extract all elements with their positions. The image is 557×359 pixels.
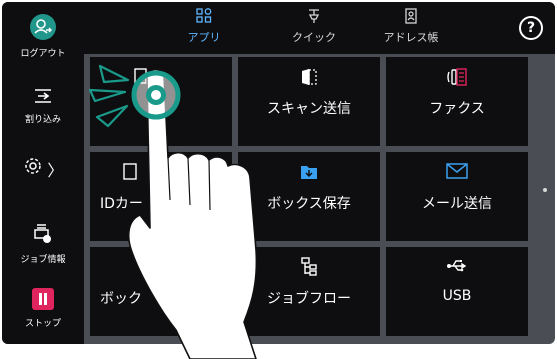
job-flow-icon	[238, 257, 380, 277]
tab-address-book-label: アドレス帳	[383, 31, 439, 44]
tile-scan-send[interactable]: スキャン送信	[238, 57, 380, 146]
touch-panel-screen: ログアウト 割り込み 〉 ジョブ情報 ストップ アプリ クイック アドレス帳 ?…	[2, 2, 555, 344]
stop-label: ストップ	[24, 319, 61, 329]
tab-address-book[interactable]: アドレス帳	[374, 8, 448, 45]
logout-button[interactable]: ログアウト	[2, 14, 84, 59]
interrupt-button[interactable]: 割り込み	[2, 86, 84, 125]
usb-icon	[386, 257, 528, 277]
tile-usb-label: USB	[442, 288, 472, 304]
fax-icon	[386, 67, 528, 87]
stop-button[interactable]: ストップ	[2, 288, 84, 329]
mail-send-icon	[386, 162, 528, 182]
tile-mail-send[interactable]: メール送信	[386, 152, 528, 241]
tile-box-save[interactable]: ボックス保存	[238, 152, 380, 241]
scan-send-icon	[238, 67, 380, 87]
tile-fax[interactable]: ファクス	[386, 57, 528, 146]
address-book-icon	[403, 8, 419, 27]
tab-quick[interactable]: クイック	[282, 8, 346, 45]
tile-id-card-copy[interactable]: IDカー	[90, 152, 232, 241]
tile-box-operation-label: ボック	[100, 291, 142, 307]
stop-icon	[32, 288, 54, 310]
tile-copy[interactable]	[90, 57, 232, 146]
copy-icon	[90, 67, 232, 87]
tab-apps[interactable]: アプリ	[179, 8, 229, 45]
interrupt-label: 割り込み	[24, 115, 61, 125]
id-card-copy-icon	[90, 162, 232, 182]
tile-mail-send-label: メール送信	[422, 196, 492, 212]
box-operation-icon	[90, 257, 232, 277]
tile-id-card-copy-label: IDカー	[100, 196, 143, 212]
tile-fax-label: ファクス	[429, 101, 485, 117]
tab-apps-label: アプリ	[187, 31, 221, 44]
apps-grid-icon	[196, 8, 212, 27]
job-info-label: ジョブ情報	[20, 255, 66, 265]
page-indicator	[543, 188, 547, 192]
tile-usb[interactable]: USB	[386, 247, 528, 336]
logout-icon	[30, 14, 56, 40]
gear-icon	[23, 158, 46, 179]
tile-job-flow[interactable]: ジョブフロー	[238, 247, 380, 336]
logout-label: ログアウト	[20, 49, 66, 59]
help-button[interactable]: ?	[519, 16, 543, 40]
tab-quick-label: クイック	[292, 31, 336, 44]
tile-job-flow-label: ジョブフロー	[267, 291, 351, 307]
tile-scan-send-label: スキャン送信	[267, 101, 351, 117]
quick-icon	[306, 9, 322, 27]
job-info-button[interactable]: ジョブ情報	[2, 222, 84, 265]
settings-button[interactable]: 〉	[2, 156, 84, 181]
chevron-right-icon: 〉	[47, 161, 64, 180]
tile-box-save-label: ボックス保存	[267, 196, 351, 212]
box-save-icon	[238, 162, 380, 182]
top-tab-bar: アプリ クイック アドレス帳 ?	[84, 2, 555, 54]
interrupt-icon	[32, 89, 54, 109]
tile-box-operation[interactable]: ボック	[90, 247, 232, 336]
left-rail: ログアウト 割り込み 〉 ジョブ情報 ストップ	[2, 2, 84, 344]
job-info-icon	[32, 224, 54, 249]
